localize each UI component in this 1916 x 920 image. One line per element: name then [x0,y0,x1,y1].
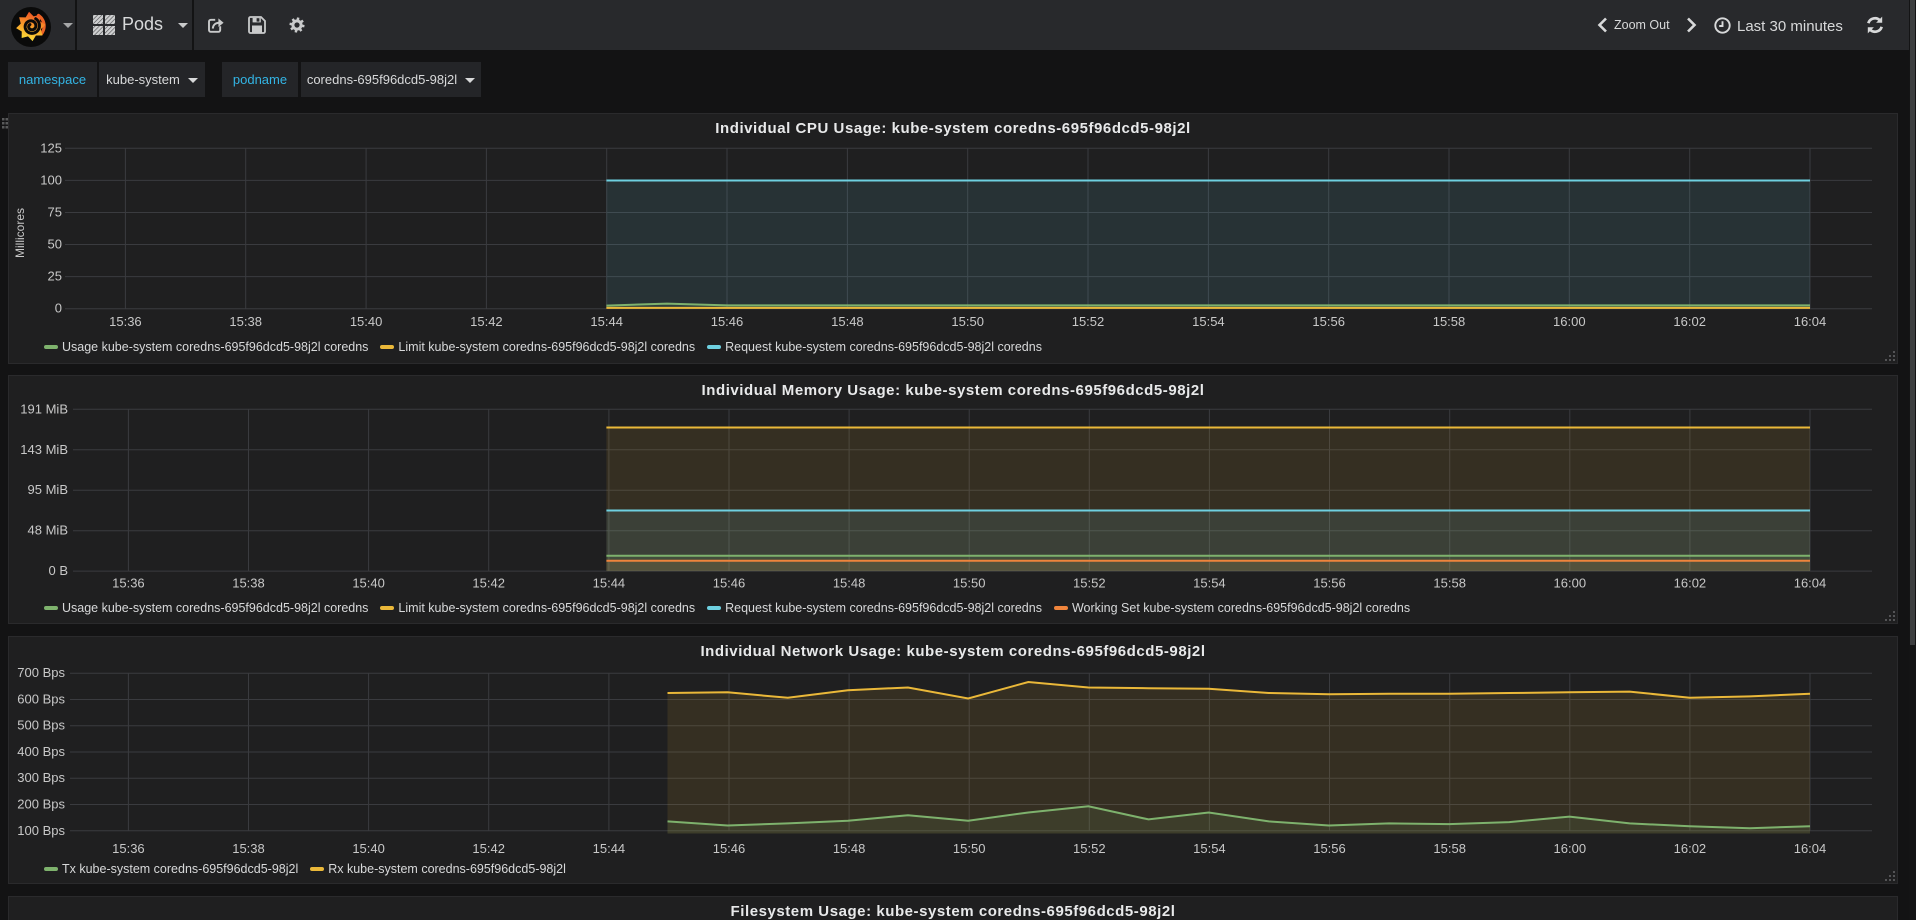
svg-text:15:38: 15:38 [232,841,265,856]
svg-text:16:00: 16:00 [1553,314,1586,329]
svg-text:15:58: 15:58 [1433,576,1466,591]
svg-text:15:48: 15:48 [833,841,866,856]
svg-text:75: 75 [48,205,62,220]
svg-text:15:36: 15:36 [112,576,145,591]
svg-text:15:54: 15:54 [1192,314,1225,329]
svg-text:300 Bps: 300 Bps [17,770,65,785]
svg-text:15:54: 15:54 [1193,576,1226,591]
svg-text:16:00: 16:00 [1554,841,1587,856]
svg-text:15:50: 15:50 [953,576,986,591]
svg-text:15:36: 15:36 [112,841,145,856]
svg-text:15:38: 15:38 [229,314,262,329]
svg-text:600 Bps: 600 Bps [17,692,65,707]
svg-text:15:42: 15:42 [472,576,505,591]
svg-text:700 Bps: 700 Bps [17,665,65,680]
svg-text:143 MiB: 143 MiB [20,442,68,457]
svg-text:500 Bps: 500 Bps [17,718,65,733]
svg-text:16:02: 16:02 [1673,314,1706,329]
svg-text:16:02: 16:02 [1674,841,1707,856]
svg-text:16:04: 16:04 [1794,841,1827,856]
svg-text:15:48: 15:48 [833,576,866,591]
svg-text:15:52: 15:52 [1073,576,1106,591]
svg-text:16:04: 16:04 [1794,576,1827,591]
svg-text:15:52: 15:52 [1072,314,1105,329]
svg-text:15:36: 15:36 [109,314,142,329]
svg-text:15:58: 15:58 [1433,841,1466,856]
svg-text:15:54: 15:54 [1193,841,1226,856]
svg-text:16:00: 16:00 [1554,576,1587,591]
svg-text:15:46: 15:46 [711,314,744,329]
svg-text:15:56: 15:56 [1313,841,1346,856]
svg-text:15:40: 15:40 [352,841,385,856]
svg-text:15:58: 15:58 [1433,314,1466,329]
svg-text:48 MiB: 48 MiB [28,523,68,538]
svg-text:100 Bps: 100 Bps [17,823,65,838]
svg-text:15:56: 15:56 [1313,576,1346,591]
svg-text:125: 125 [40,140,62,155]
svg-text:15:40: 15:40 [350,314,383,329]
svg-text:15:50: 15:50 [951,314,984,329]
svg-text:15:38: 15:38 [232,576,265,591]
svg-text:15:44: 15:44 [593,576,626,591]
svg-text:50: 50 [48,237,62,252]
svg-text:191 MiB: 191 MiB [20,401,68,416]
svg-text:200 Bps: 200 Bps [17,797,65,812]
svg-text:16:04: 16:04 [1794,314,1827,329]
svg-text:15:50: 15:50 [953,841,986,856]
svg-text:95 MiB: 95 MiB [28,482,68,497]
svg-text:15:42: 15:42 [472,841,505,856]
svg-text:15:46: 15:46 [713,576,746,591]
svg-text:15:52: 15:52 [1073,841,1106,856]
svg-text:0 B: 0 B [48,563,68,578]
svg-text:15:40: 15:40 [352,576,385,591]
svg-text:16:02: 16:02 [1674,576,1707,591]
svg-text:15:56: 15:56 [1312,314,1345,329]
svg-text:15:44: 15:44 [593,841,626,856]
svg-text:15:42: 15:42 [470,314,503,329]
svg-text:25: 25 [48,269,62,284]
svg-text:400 Bps: 400 Bps [17,744,65,759]
svg-text:15:46: 15:46 [713,841,746,856]
svg-text:Millicores: Millicores [13,208,27,258]
svg-text:15:44: 15:44 [590,314,623,329]
svg-text:0: 0 [55,301,62,316]
svg-text:15:48: 15:48 [831,314,864,329]
svg-text:100: 100 [40,172,62,187]
